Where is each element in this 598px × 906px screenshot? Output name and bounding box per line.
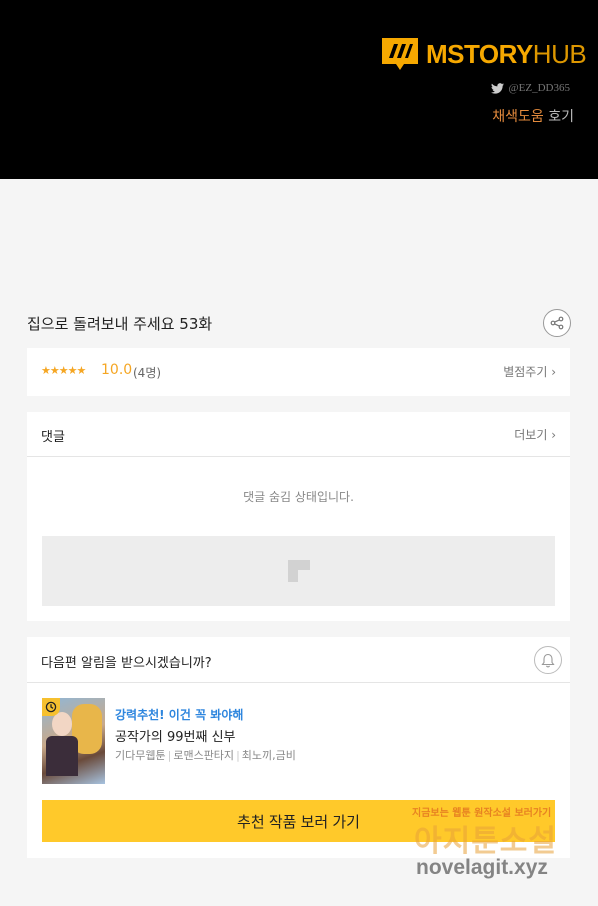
- rating-stars: ★★★★★: [41, 364, 86, 377]
- rating-card: ★★★★★ 10.0 (4명) 별점주기 ›: [27, 348, 570, 396]
- logo-text-main: MSTORY: [426, 38, 533, 69]
- comment-header: 댓글 더보기 ›: [27, 412, 570, 457]
- ad-placeholder-icon: [288, 560, 310, 582]
- comment-title: 댓글: [41, 430, 65, 445]
- share-icon: [550, 316, 564, 330]
- coloring-credit: 채색도움 호기: [492, 106, 574, 126]
- meta-authors: 최노끼,금비: [241, 749, 296, 762]
- recommendation-meta: 기다무웹툰 | 로맨스판타지 | 최노끼,금비: [115, 749, 296, 762]
- meta-genre: 로맨스판타지: [173, 749, 235, 762]
- watermark-brand: 아지툰소설: [414, 824, 557, 859]
- notify-header: 다음편 알림을 받으시겠습니까?: [27, 637, 570, 683]
- mstoryhub-logo: MSTORYHUB: [380, 36, 587, 72]
- logo-text-hub: HUB: [532, 38, 587, 69]
- bell-icon: [541, 653, 555, 667]
- notify-question: 다음편 알림을 받으시겠습니까?: [41, 656, 212, 671]
- comment-hidden-message: 댓글 숨김 상태입니다.: [243, 490, 354, 504]
- site-watermark: 지금보는 웹툰 원작소설 보러가기 아지툰소설 novelagit.xyz: [408, 804, 588, 886]
- credit-accent: 채색도움: [492, 109, 544, 125]
- recommendation-thumbnail[interactable]: [42, 698, 105, 784]
- promo-label: 강력추천! 이건 꼭 봐야해: [115, 708, 244, 722]
- episode-title: 집으로 돌려보내 주세요 53화: [27, 315, 213, 333]
- logo-mark-icon: [380, 36, 420, 72]
- credit-name: 호기: [543, 109, 574, 125]
- thumbnail-art: [46, 736, 78, 776]
- thumbnail-art: [52, 712, 72, 736]
- recommendation-title[interactable]: 공작가의 99번째 신부: [115, 726, 236, 745]
- twitter-handle: @EZ_DD365: [508, 82, 570, 94]
- rating-score: 10.0: [101, 362, 133, 378]
- header-banner: MSTORYHUB @EZ_DD365 채색도움 호기: [0, 0, 598, 179]
- share-button[interactable]: [543, 309, 571, 337]
- rating-count: (4명): [133, 366, 162, 380]
- clock-badge-icon: [42, 698, 60, 716]
- rate-button[interactable]: 별점주기 ›: [503, 363, 556, 380]
- episode-title-row: 집으로 돌려보내 주세요 53화: [27, 308, 571, 338]
- ad-placeholder: [42, 536, 555, 606]
- watermark-url: novelagit.xyz: [416, 856, 548, 879]
- twitter-bird-icon: [490, 82, 504, 94]
- logo-text: MSTORYHUB: [426, 38, 587, 70]
- twitter-credit: @EZ_DD365: [490, 82, 570, 94]
- comment-card: 댓글 더보기 › 댓글 숨김 상태입니다.: [27, 412, 570, 621]
- meta-type: 기다무웹툰: [115, 749, 166, 762]
- notify-bell-button[interactable]: [534, 646, 562, 674]
- comments-more-link[interactable]: 더보기 ›: [514, 426, 556, 443]
